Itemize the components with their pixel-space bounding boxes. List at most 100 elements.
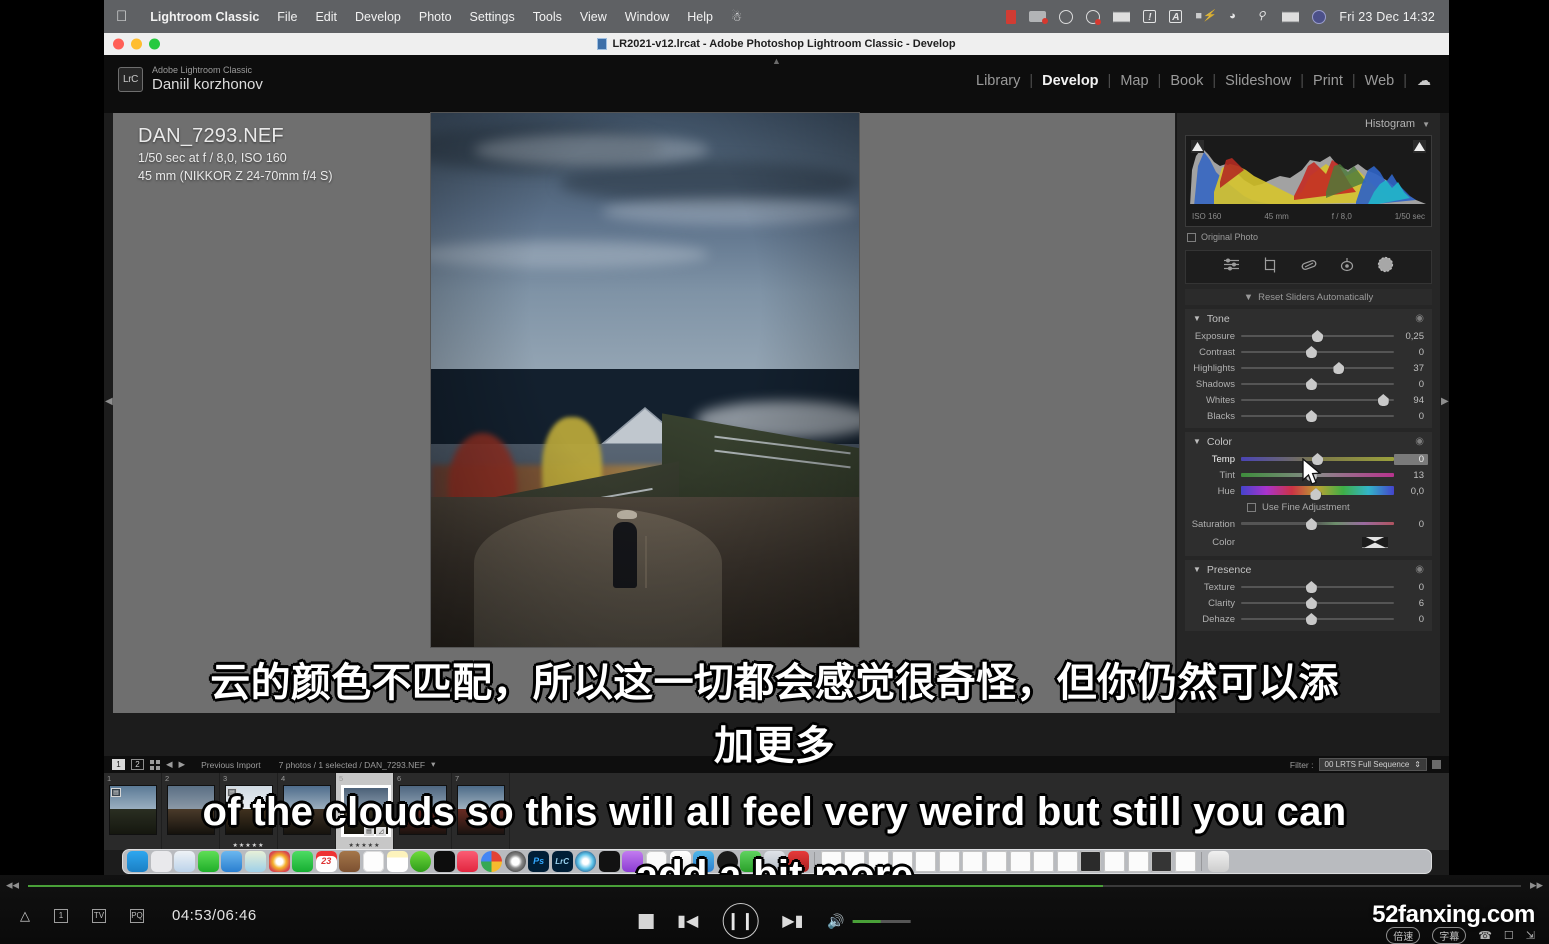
right-panel-toggle[interactable]: ▶ [1440, 113, 1449, 713]
highlight-clipping-icon[interactable] [1413, 140, 1426, 153]
pip-icon[interactable]: PQ [130, 908, 144, 923]
search-icon[interactable]: ⚲ [1253, 10, 1269, 23]
stop-icon[interactable] [638, 913, 654, 929]
video-player-controls[interactable]: ◂◂ ▸▸ △ 1 TV PQ 04:53/06:46 ▮◀ ❙❙ ▶▮ 🔊 5… [0, 875, 1549, 944]
seek-bar[interactable]: ◂◂ ▸▸ [0, 877, 1549, 892]
develop-right-panel[interactable]: Histogram ▼ ISO 160 45 mm f / 8,0 1/50 s… [1176, 113, 1440, 713]
menu-item-tools[interactable]: Tools [524, 10, 571, 24]
module-web[interactable]: Web [1356, 73, 1404, 89]
menubar-clock[interactable]: Fri 23 Dec 14:32 [1339, 10, 1435, 24]
slider-value[interactable]: 13 [1394, 470, 1428, 481]
apple-logo-icon[interactable]:  [116, 9, 127, 24]
slider-hue[interactable]: Hue 0,0 [1185, 483, 1432, 500]
slider-value[interactable]: 0,0 [1394, 486, 1428, 497]
module-develop[interactable]: Develop [1033, 73, 1107, 89]
airdrop-icon[interactable] [1282, 10, 1300, 23]
do-not-disturb-icon[interactable] [1086, 9, 1102, 25]
slider-knob[interactable] [1305, 378, 1317, 390]
slider-track[interactable] [1241, 330, 1394, 342]
slider-knob[interactable] [1305, 597, 1317, 609]
volume-track[interactable] [852, 919, 911, 923]
control-center-icon[interactable] [1312, 9, 1327, 24]
volume-icon[interactable]: 🔊 [827, 913, 844, 930]
slider-value[interactable]: 0 [1394, 411, 1428, 422]
menu-item-file[interactable]: File [268, 10, 306, 24]
slider-tint[interactable]: Tint 13 [1185, 467, 1432, 483]
section-header-presence[interactable]: ▼ Presence ◉ [1185, 560, 1432, 579]
slider-track[interactable] [1241, 485, 1394, 500]
slider-value[interactable]: 0 [1394, 519, 1428, 530]
tv-out-icon[interactable]: TV [92, 908, 106, 923]
original-photo-toggle[interactable]: Original Photo [1187, 232, 1430, 242]
slider-whites[interactable]: Whites 94 [1185, 392, 1432, 408]
wifi-icon[interactable]: ◕ [1224, 10, 1240, 23]
chevron-down-icon[interactable]: ▼ [1193, 437, 1201, 446]
slider-track[interactable] [1241, 518, 1394, 530]
slider-track[interactable] [1241, 469, 1394, 481]
module-map[interactable]: Map [1111, 73, 1157, 89]
chevron-down-icon[interactable]: ▼ [1422, 120, 1430, 129]
checkbox-icon[interactable] [1187, 232, 1196, 242]
masking-icon[interactable] [1223, 257, 1240, 277]
slider-track[interactable] [1241, 362, 1394, 374]
previous-track-icon[interactable]: ▮◀ [677, 911, 698, 931]
visibility-icon[interactable]: ◉ [1415, 564, 1424, 575]
menu-item-window[interactable]: Window [616, 10, 678, 24]
battery-icon[interactable]: ■⚡ [1195, 10, 1215, 23]
left-panel-toggle[interactable]: ◀ [104, 113, 113, 713]
develop-canvas[interactable]: DAN_7293.NEF 1/50 sec at f / 8,0, ISO 16… [113, 113, 1175, 713]
zoom-button[interactable] [149, 38, 160, 50]
slider-value[interactable]: 94 [1394, 395, 1428, 406]
develop-tool-strip[interactable] [1185, 250, 1432, 284]
color-picker-row[interactable]: Color [1185, 532, 1432, 552]
menu-item-lightroom-classic[interactable]: Lightroom Classic [141, 10, 268, 24]
fast-forward-icon[interactable]: ▸▸ [1530, 877, 1543, 893]
menu-item-view[interactable]: View [571, 10, 616, 24]
slider-exposure[interactable]: Exposure 0,25 [1185, 328, 1432, 344]
cast-icon[interactable]: ☐ [1504, 929, 1514, 942]
visibility-icon[interactable]: ◉ [1415, 313, 1424, 324]
section-header-tone[interactable]: ▼ Tone ◉ [1185, 309, 1432, 328]
section-header-color[interactable]: ▼ Color ◉ [1185, 432, 1432, 451]
minimize-button[interactable] [131, 38, 142, 50]
module-book[interactable]: Book [1161, 73, 1212, 89]
slider-track[interactable] [1241, 453, 1394, 465]
slider-track[interactable] [1241, 410, 1394, 422]
menu-item-settings[interactable]: Settings [461, 10, 524, 24]
slider-knob[interactable] [1305, 346, 1317, 358]
slider-knob[interactable] [1305, 613, 1317, 625]
slider-value[interactable]: 0 [1394, 347, 1428, 358]
slider-track[interactable] [1241, 613, 1394, 625]
slider-value[interactable]: 0,25 [1394, 331, 1428, 342]
slider-value[interactable]: 0 [1394, 582, 1428, 593]
subtitle-toggle-button[interactable]: 字幕 [1432, 927, 1467, 944]
slider-dehaze[interactable]: Dehaze 0 [1185, 611, 1432, 627]
eject-icon[interactable]: △ [20, 908, 30, 924]
slider-shadows[interactable]: Shadows 0 [1185, 376, 1432, 392]
slider-value[interactable]: 0 [1394, 614, 1428, 625]
slider-value[interactable]: 0 [1394, 379, 1428, 390]
menubar-extra-icon[interactable]: ☃ [722, 9, 751, 24]
cloud-sync-icon[interactable]: ☁ [1417, 72, 1431, 89]
chevron-down-icon[interactable]: ▼ [1244, 292, 1253, 303]
record-indicator-icon[interactable] [1006, 9, 1017, 24]
menu-item-develop[interactable]: Develop [346, 10, 410, 24]
chapter-1-icon[interactable]: 1 [54, 908, 68, 923]
fullscreen-icon[interactable]: ⇲ [1526, 929, 1535, 942]
visibility-icon[interactable]: ◉ [1415, 436, 1424, 447]
slider-track[interactable] [1241, 378, 1394, 390]
module-slideshow[interactable]: Slideshow [1216, 73, 1300, 89]
slider-highlights[interactable]: Highlights 37 [1185, 360, 1432, 376]
module-library[interactable]: Library [967, 73, 1029, 89]
hide-topbar-arrow-icon[interactable]: ▲ [772, 56, 781, 66]
identity-plate[interactable]: LrC Adobe Lightroom Classic Daniil korzh… [118, 65, 263, 93]
photo-preview[interactable] [431, 113, 859, 647]
menu-item-help[interactable]: Help [678, 10, 722, 24]
checkbox-icon[interactable] [1247, 503, 1256, 512]
globe-icon[interactable] [1059, 9, 1074, 24]
slider-knob[interactable] [1305, 469, 1317, 481]
use-fine-adjustment-row[interactable]: Use Fine Adjustment [1185, 499, 1432, 516]
slider-value[interactable]: 6 [1394, 598, 1428, 609]
screen-recording-icon[interactable] [1029, 11, 1049, 24]
chevron-down-icon[interactable]: ▼ [1193, 314, 1201, 323]
